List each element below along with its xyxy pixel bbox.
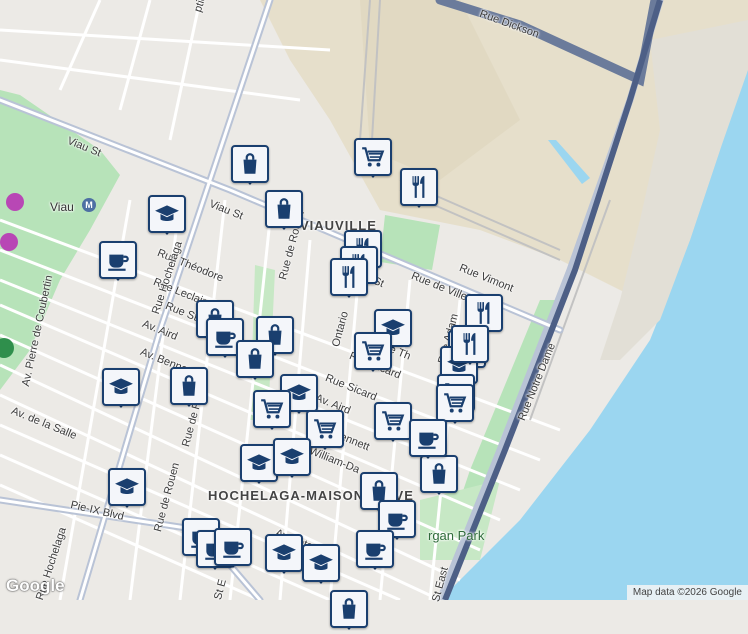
graduation-cap-icon	[273, 438, 311, 476]
graduation-cap-icon	[302, 544, 340, 582]
graduation-cap-icon	[102, 368, 140, 406]
graduation-cap-icon	[148, 195, 186, 233]
shopping-cart-icon	[306, 410, 344, 448]
poi-marker-cafe[interactable]	[409, 419, 447, 463]
graduation-cap-icon	[265, 534, 303, 572]
shopping-bag-icon	[236, 340, 274, 378]
poi-marker-shopping[interactable]	[265, 190, 303, 234]
poi-marker-cafe[interactable]	[214, 528, 252, 572]
coffee-cup-icon	[99, 241, 137, 279]
coffee-cup-icon	[409, 419, 447, 457]
poi-marker-shopping[interactable]	[170, 367, 208, 411]
poi-marker-school[interactable]	[148, 195, 186, 239]
poi-marker-school[interactable]	[273, 438, 311, 482]
poi-marker-school[interactable]	[102, 368, 140, 412]
park-maisonneuve	[0, 90, 120, 390]
poi-marker-cafe[interactable]	[99, 241, 137, 285]
coffee-cup-icon	[214, 528, 252, 566]
poi-marker-school[interactable]	[108, 468, 146, 512]
fork-knife-icon	[451, 325, 489, 363]
coffee-cup-icon	[356, 530, 394, 568]
poi-marker-grocery[interactable]	[306, 410, 344, 454]
poi-marker-shopping[interactable]	[330, 590, 368, 634]
shopping-cart-icon	[354, 332, 392, 370]
map-attribution[interactable]: Map data ©2026 Google	[626, 585, 748, 600]
shopping-cart-icon	[253, 390, 291, 428]
shopping-cart-icon	[354, 138, 392, 176]
poi-marker-restaurant[interactable]	[400, 168, 438, 212]
poi-marker-grocery[interactable]	[374, 402, 412, 446]
metro-station-label: Viau	[50, 200, 74, 214]
shopping-cart-icon	[374, 402, 412, 440]
shopping-bag-icon	[231, 145, 269, 183]
poi-marker-grocery[interactable]	[354, 138, 392, 182]
poi-marker-cafe[interactable]	[356, 530, 394, 574]
shopping-bag-icon	[170, 367, 208, 405]
park-viauville	[380, 215, 440, 270]
shopping-cart-icon	[436, 384, 474, 422]
attraction-icon[interactable]	[6, 193, 24, 211]
museum-icon[interactable]	[0, 233, 18, 251]
poi-marker-shopping[interactable]	[231, 145, 269, 189]
graduation-cap-icon	[108, 468, 146, 506]
poi-marker-grocery[interactable]	[354, 332, 392, 376]
park-label: rgan Park	[428, 528, 485, 543]
shopping-bag-icon	[330, 590, 368, 628]
google-logo: Google	[6, 576, 65, 595]
metro-icon[interactable]: M	[82, 198, 96, 212]
fork-knife-icon	[400, 168, 438, 206]
poi-marker-restaurant[interactable]	[451, 325, 489, 369]
poi-marker-shopping[interactable]	[236, 340, 274, 384]
shopping-bag-icon	[265, 190, 303, 228]
poi-marker-restaurant[interactable]	[330, 258, 368, 302]
poi-marker-school[interactable]	[265, 534, 303, 578]
fork-knife-icon	[330, 258, 368, 296]
poi-marker-grocery[interactable]	[253, 390, 291, 434]
poi-marker-school[interactable]	[302, 544, 340, 588]
